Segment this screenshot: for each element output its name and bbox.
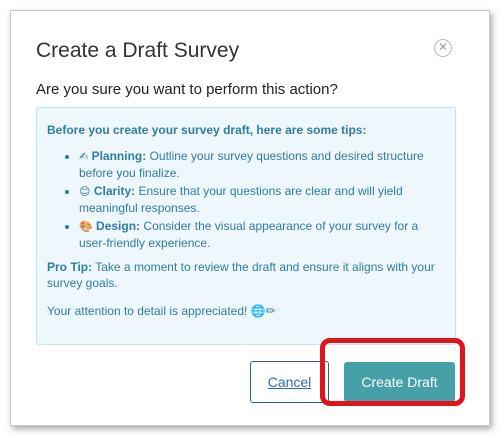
tip-label: Design:: [96, 219, 141, 233]
close-icon[interactable]: ✕: [434, 39, 452, 57]
tip-label: Planning:: [91, 149, 147, 163]
create-draft-dialog: Create a Draft Survey ✕ Are you sure you…: [10, 10, 490, 426]
palette-icon: 🎨: [79, 221, 93, 233]
pro-tip-label: Pro Tip:: [47, 260, 93, 274]
create-draft-button[interactable]: Create Draft: [344, 362, 455, 402]
tip-item-clarity: 😊 Clarity: Ensure that your questions ar…: [79, 183, 445, 216]
tip-item-planning: ✍ Planning: Outline your survey question…: [79, 148, 445, 181]
cancel-button[interactable]: Cancel: [250, 361, 329, 403]
tips-heading: Before you create your survey draft, her…: [47, 123, 367, 137]
smile-icon: 😊: [79, 186, 91, 198]
tips-panel: Before you create your survey draft, her…: [36, 107, 456, 345]
confirmation-question: Are you sure you want to perform this ac…: [36, 81, 338, 98]
tip-label: Clarity:: [93, 184, 136, 198]
tips-list: ✍ Planning: Outline your survey question…: [47, 148, 445, 251]
pro-tip-text: Take a moment to review the draft and en…: [47, 260, 435, 290]
closing-message: Your attention to detail is appreciated!…: [47, 304, 276, 318]
tip-item-design: 🎨 Design: Consider the visual appearance…: [79, 218, 445, 251]
pencil-icon: ✍: [79, 151, 89, 163]
pro-tip: Pro Tip: Take a moment to review the dra…: [47, 259, 445, 291]
dialog-title: Create a Draft Survey: [36, 39, 240, 62]
